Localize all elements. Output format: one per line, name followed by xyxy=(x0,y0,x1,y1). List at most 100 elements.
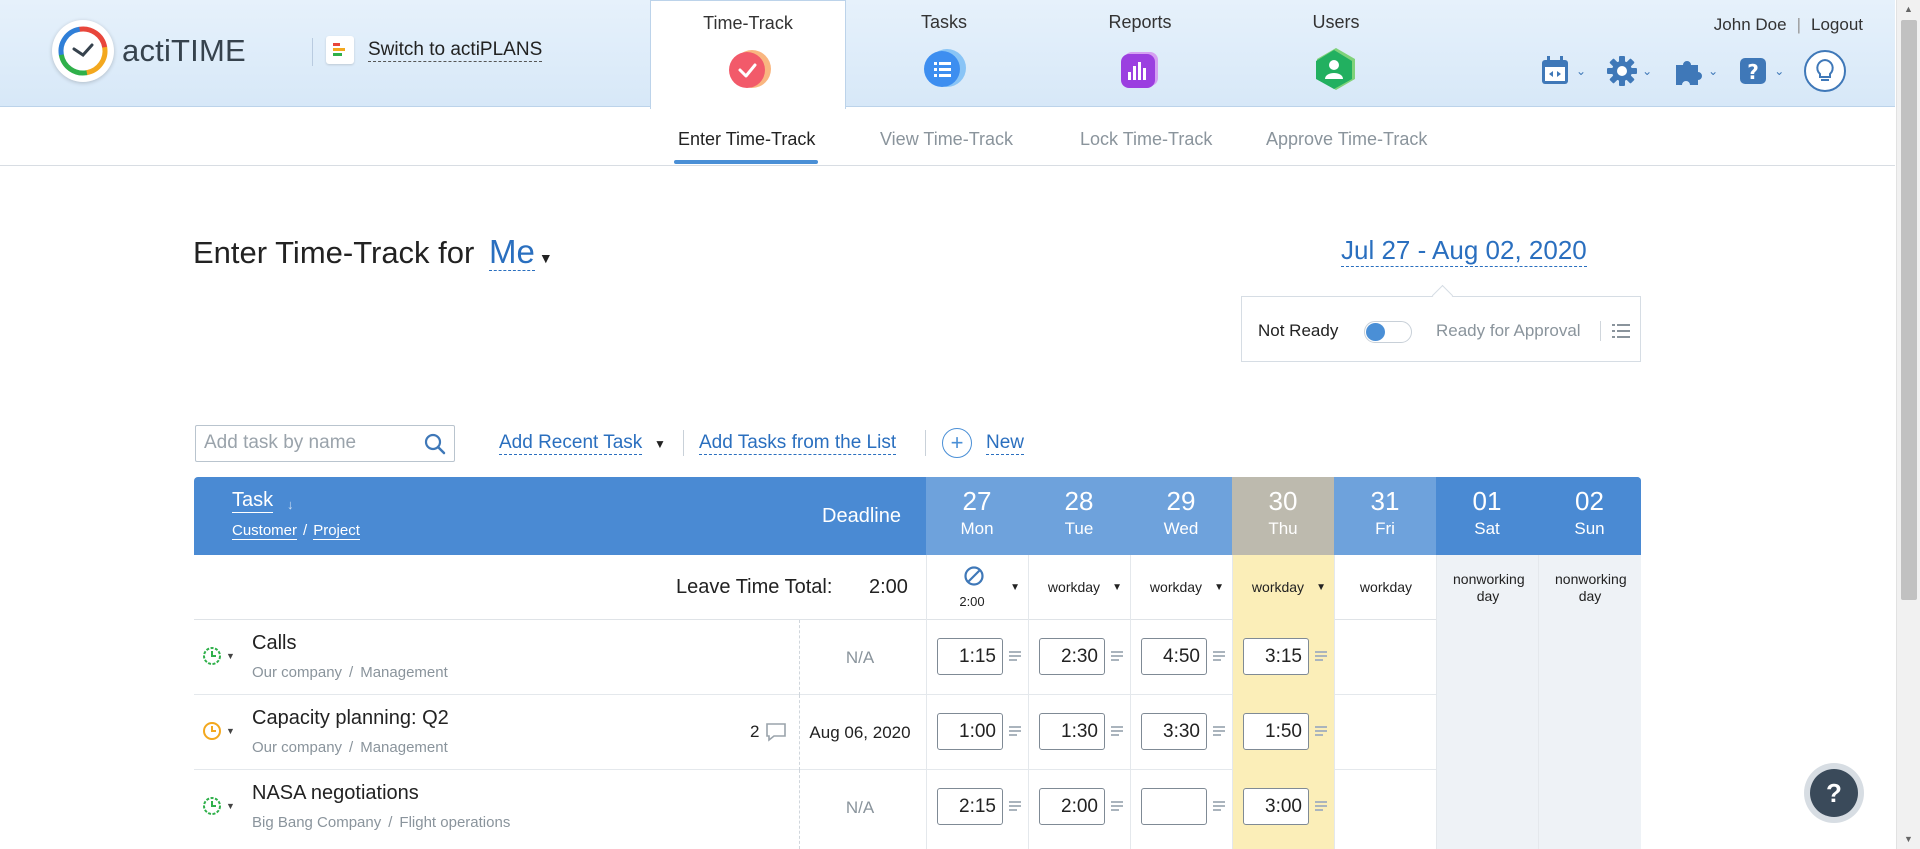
tab-time-track[interactable]: Time-Track xyxy=(650,0,846,109)
day-header-tue: 28 Tue xyxy=(1028,477,1130,555)
page-scrollbar[interactable]: ▲ ▼ xyxy=(1896,0,1920,849)
task-status-menu[interactable]: ▼ xyxy=(202,796,235,816)
time-input[interactable] xyxy=(1141,788,1207,825)
day-type-tue[interactable]: workday ▼ xyxy=(1028,555,1130,620)
calendar-menu[interactable]: ⌄ xyxy=(1540,55,1586,87)
comment-lines-icon[interactable] xyxy=(1213,801,1225,811)
settings-menu[interactable]: ⌄ xyxy=(1606,55,1652,87)
addons-menu[interactable]: ⌄ xyxy=(1672,55,1718,87)
comment-lines-icon[interactable] xyxy=(1111,801,1123,811)
subtab-lock-time-track[interactable]: Lock Time-Track xyxy=(1080,129,1212,150)
add-tasks-from-list-link[interactable]: Add Tasks from the List xyxy=(699,432,897,455)
caret-down-icon[interactable]: ▼ xyxy=(539,250,553,266)
user-selector[interactable]: Me xyxy=(488,233,535,271)
task-column-header[interactable]: Task xyxy=(232,489,274,513)
time-input[interactable] xyxy=(937,788,1003,825)
new-task-button[interactable]: + xyxy=(942,428,972,458)
time-cell-sun[interactable] xyxy=(1538,620,1641,695)
approval-status-box: Not Ready Ready for Approval xyxy=(1241,296,1641,362)
leave-time-row: Leave Time Total: 2:00 2:00 ▼ workday ▼ … xyxy=(194,555,1641,620)
time-input[interactable] xyxy=(937,713,1003,750)
comment-lines-icon[interactable] xyxy=(1315,801,1327,811)
search-icon[interactable] xyxy=(424,433,446,455)
caret-down-icon[interactable]: ▼ xyxy=(654,437,666,451)
day-type-mon[interactable]: 2:00 ▼ xyxy=(926,555,1028,620)
day-type-wed[interactable]: workday ▼ xyxy=(1130,555,1232,620)
day-type-fri: workday xyxy=(1334,555,1436,620)
user-name[interactable]: John Doe xyxy=(1714,15,1787,34)
comment-lines-icon[interactable] xyxy=(1009,726,1021,736)
time-input[interactable] xyxy=(1039,638,1105,675)
day-type-thu[interactable]: workday ▼ xyxy=(1232,555,1334,620)
comment-lines-icon[interactable] xyxy=(1213,651,1225,661)
task-status-menu[interactable]: ▼ xyxy=(202,721,235,741)
tab-tasks[interactable]: Tasks xyxy=(846,0,1042,107)
sort-arrow-icon[interactable]: ↓ xyxy=(287,497,294,512)
task-status-menu[interactable]: ▼ xyxy=(202,646,235,666)
time-input[interactable] xyxy=(1039,713,1105,750)
add-recent-task-link[interactable]: Add Recent Task xyxy=(499,432,643,455)
date-range-picker[interactable]: Jul 27 - Aug 02, 2020 xyxy=(1341,235,1587,267)
time-input[interactable] xyxy=(1141,638,1207,675)
project-name: Flight operations xyxy=(399,814,511,831)
lightbulb-icon xyxy=(1816,58,1834,81)
day-header-mon: 27 Mon xyxy=(926,477,1028,555)
tab-reports[interactable]: Reports xyxy=(1042,0,1238,107)
scroll-down-arrow-icon[interactable]: ▼ xyxy=(1904,834,1913,844)
time-cell-sun[interactable] xyxy=(1538,695,1641,770)
time-cell-sat[interactable] xyxy=(1436,620,1538,695)
time-cell-sat[interactable] xyxy=(1436,695,1538,770)
switch-to-actiplans-link[interactable]: Switch to actiPLANS xyxy=(326,36,543,64)
comment-lines-icon[interactable] xyxy=(1315,726,1327,736)
subtab-approve-time-track[interactable]: Approve Time-Track xyxy=(1266,129,1427,150)
app-name: actiTIME xyxy=(122,33,246,68)
time-cell-sat[interactable] xyxy=(1436,770,1538,849)
time-cell-fri[interactable] xyxy=(1334,695,1436,770)
logout-link[interactable]: Logout xyxy=(1811,15,1863,34)
new-task-link[interactable]: New xyxy=(986,432,1025,455)
comment-lines-icon[interactable] xyxy=(1111,651,1123,661)
caret-down-icon[interactable]: ▼ xyxy=(1112,582,1122,593)
comment-lines-icon[interactable] xyxy=(1315,651,1327,661)
caret-down-icon[interactable]: ▼ xyxy=(1214,582,1224,593)
page-title: Enter Time-Track for Me ▼ xyxy=(193,233,553,271)
help-menu[interactable]: ? ⌄ xyxy=(1738,55,1784,87)
time-cell-fri[interactable] xyxy=(1334,770,1436,849)
task-name[interactable]: Calls xyxy=(252,632,296,655)
help-chat-button[interactable]: ? xyxy=(1804,763,1864,823)
customer-sort-link[interactable]: Customer xyxy=(232,522,298,540)
leave-time-total: 2:00 xyxy=(869,576,908,598)
task-name[interactable]: Capacity planning: Q2 xyxy=(252,707,449,730)
ready-toggle[interactable] xyxy=(1364,321,1412,343)
task-comments[interactable]: 2 xyxy=(750,722,787,742)
comment-lines-icon[interactable] xyxy=(1009,651,1021,661)
task-name[interactable]: NASA negotiations xyxy=(252,782,419,805)
subtab-enter-time-track[interactable]: Enter Time-Track xyxy=(678,129,815,150)
time-cell-mon xyxy=(926,695,1028,770)
comment-lines-icon[interactable] xyxy=(1213,726,1225,736)
scroll-up-arrow-icon[interactable]: ▲ xyxy=(1904,4,1913,14)
comment-lines-icon[interactable] xyxy=(1009,801,1021,811)
tips-button[interactable] xyxy=(1804,50,1847,92)
project-sort-link[interactable]: Project xyxy=(313,522,360,540)
subtab-view-time-track[interactable]: View Time-Track xyxy=(880,129,1013,150)
tab-label: Reports xyxy=(1108,12,1172,32)
comment-lines-icon[interactable] xyxy=(1111,726,1123,736)
history-list-icon[interactable] xyxy=(1612,323,1630,339)
time-input[interactable] xyxy=(1141,713,1207,750)
scrollbar-thumb[interactable] xyxy=(1901,20,1917,600)
time-input[interactable] xyxy=(1243,638,1309,675)
time-input[interactable] xyxy=(937,638,1003,675)
time-input[interactable] xyxy=(1243,713,1309,750)
caret-down-icon[interactable]: ▼ xyxy=(1010,582,1020,593)
app-logo[interactable]: actiTIME xyxy=(52,20,246,82)
time-cell-sun[interactable] xyxy=(1538,770,1641,849)
time-cell-fri[interactable] xyxy=(1334,620,1436,695)
tab-users[interactable]: Users xyxy=(1238,0,1434,107)
caret-down-icon[interactable]: ▼ xyxy=(1316,582,1326,593)
day-name: Wed xyxy=(1163,519,1199,538)
time-input[interactable] xyxy=(1243,788,1309,825)
time-input[interactable] xyxy=(1039,788,1105,825)
add-task-input[interactable] xyxy=(196,426,411,459)
bar-chart-icon xyxy=(1121,52,1158,88)
